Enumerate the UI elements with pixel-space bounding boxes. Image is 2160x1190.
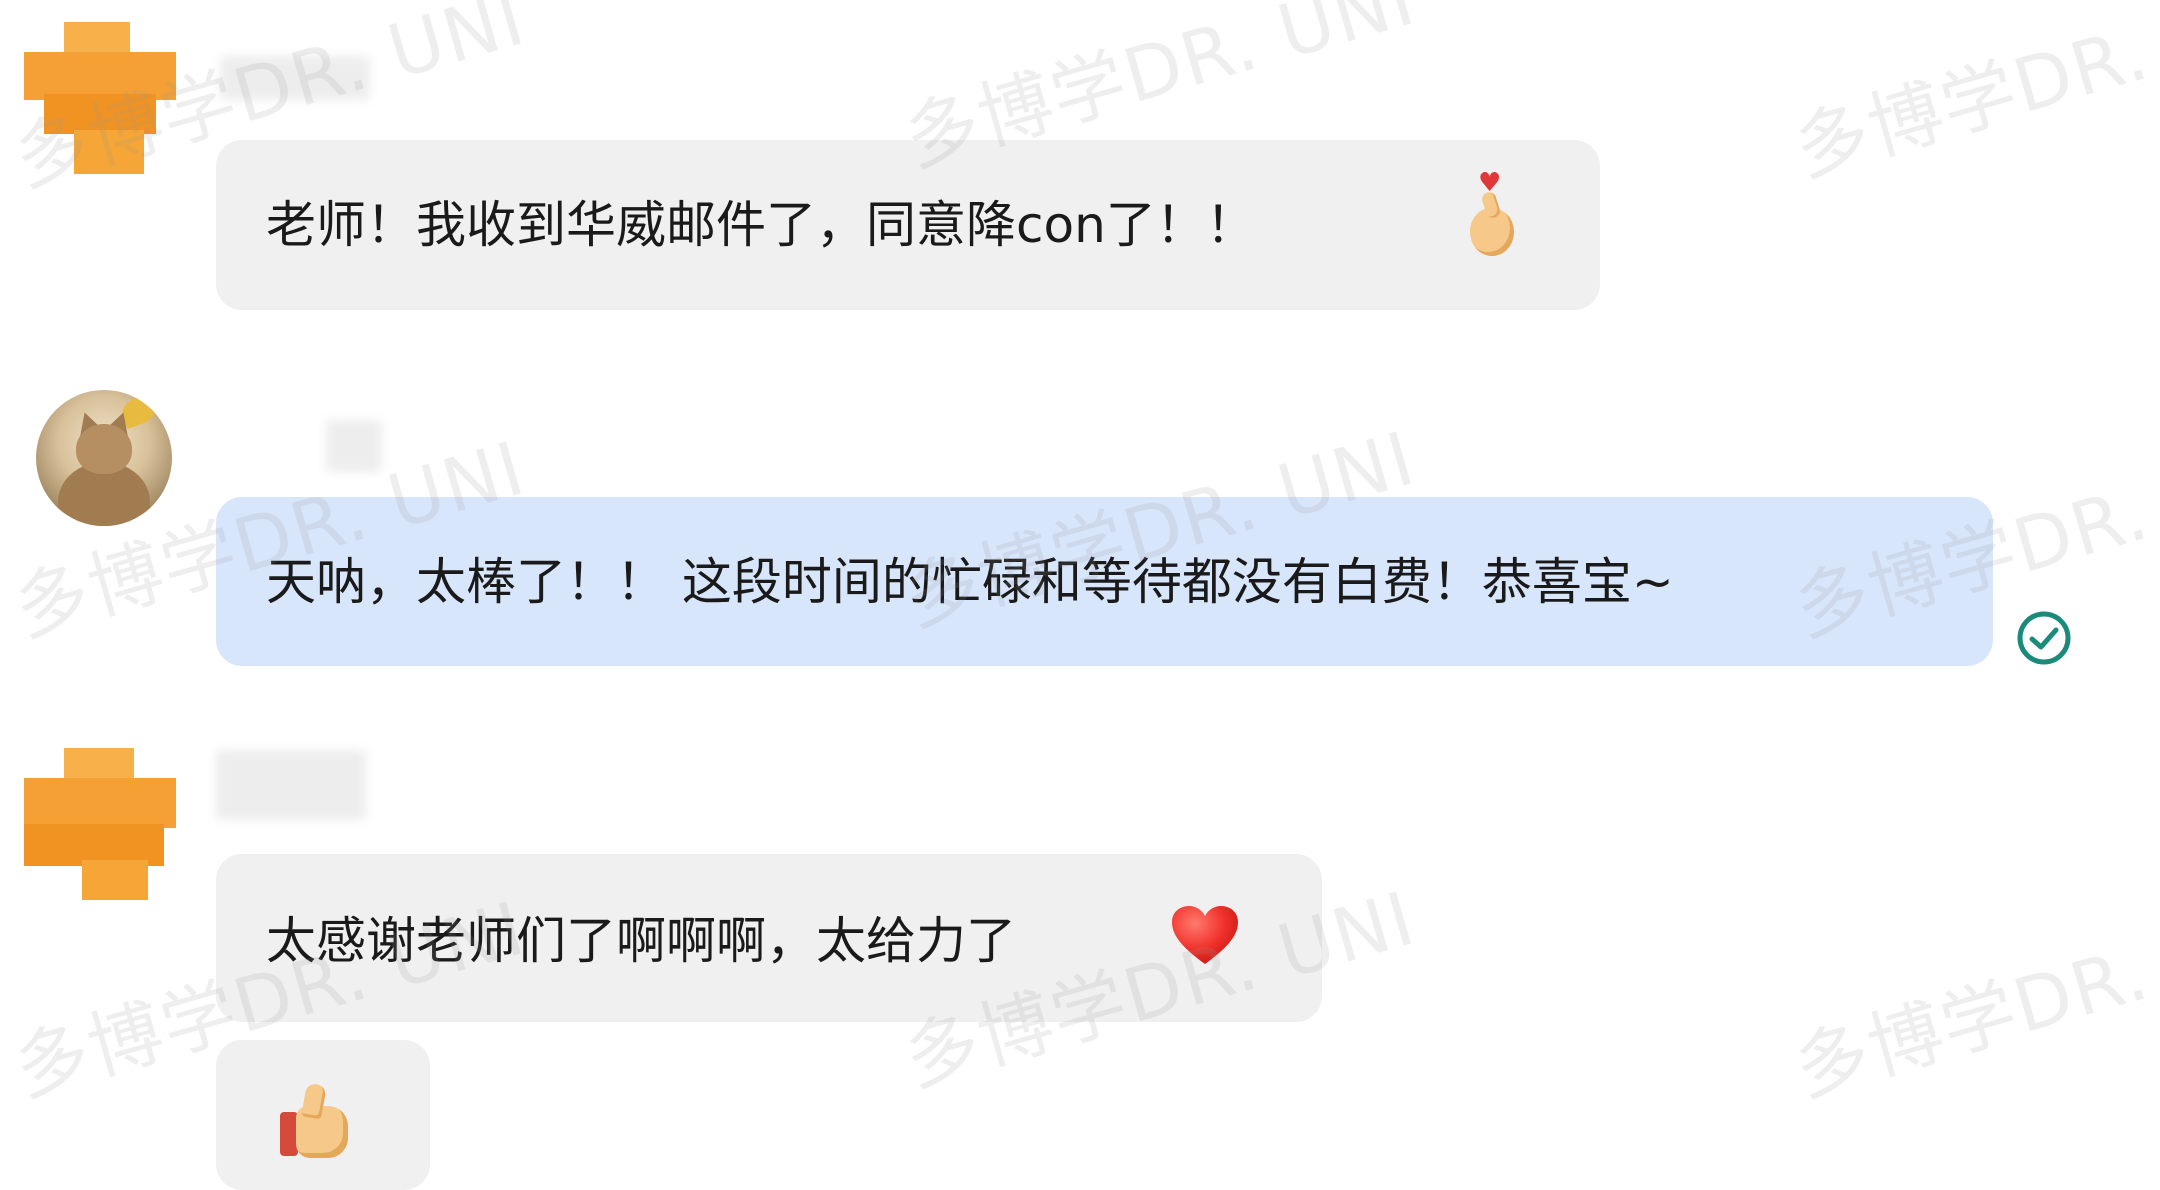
message-bubble-incoming[interactable]: 太感谢老师们了啊啊啊，太给力了	[216, 854, 1322, 1022]
message-bubble-outgoing[interactable]: 天呐，太棒了！！ 这段时间的忙碌和等待都没有白费！恭喜宝~	[216, 497, 1993, 666]
message-bubble-incoming[interactable]: 老师！我收到华威邮件了，同意降con了！！ ♥	[216, 140, 1600, 310]
avatar-pixel	[44, 94, 156, 134]
finger-heart-icon: ♥	[1460, 170, 1524, 266]
watermark: 多博学DR. UNI	[1785, 885, 2160, 1114]
red-heart-icon	[1172, 906, 1238, 964]
user-avatar-pixelated[interactable]	[24, 22, 176, 174]
thumbs-up-icon	[280, 1082, 360, 1164]
avatar-pixel	[24, 52, 176, 100]
sender-name-blurred	[220, 56, 370, 100]
teacher-avatar[interactable]	[36, 390, 172, 526]
watermark: 多博学DR. UNI	[1785, 0, 2160, 194]
message-text: 老师！我收到华威邮件了，同意降con了！！	[266, 196, 1256, 254]
avatar-cat-head	[76, 424, 132, 474]
avatar-pixel	[82, 860, 148, 900]
avatar-pixel	[74, 130, 144, 174]
read-check-icon	[2017, 611, 2071, 665]
message-text: 太感谢老师们了啊啊啊，太给力了	[266, 912, 1016, 970]
sender-name-blurred	[216, 750, 366, 820]
heart-glyph-icon: ♥	[1478, 168, 1502, 198]
message-text: 天呐，太棒了！！ 这段时间的忙碌和等待都没有白费！恭喜宝~	[266, 553, 1674, 611]
avatar-pixel	[24, 778, 176, 828]
sender-name-blurred	[326, 420, 382, 472]
user-avatar-pixelated[interactable]	[24, 748, 176, 900]
message-bubble-incoming[interactable]	[216, 1040, 430, 1190]
